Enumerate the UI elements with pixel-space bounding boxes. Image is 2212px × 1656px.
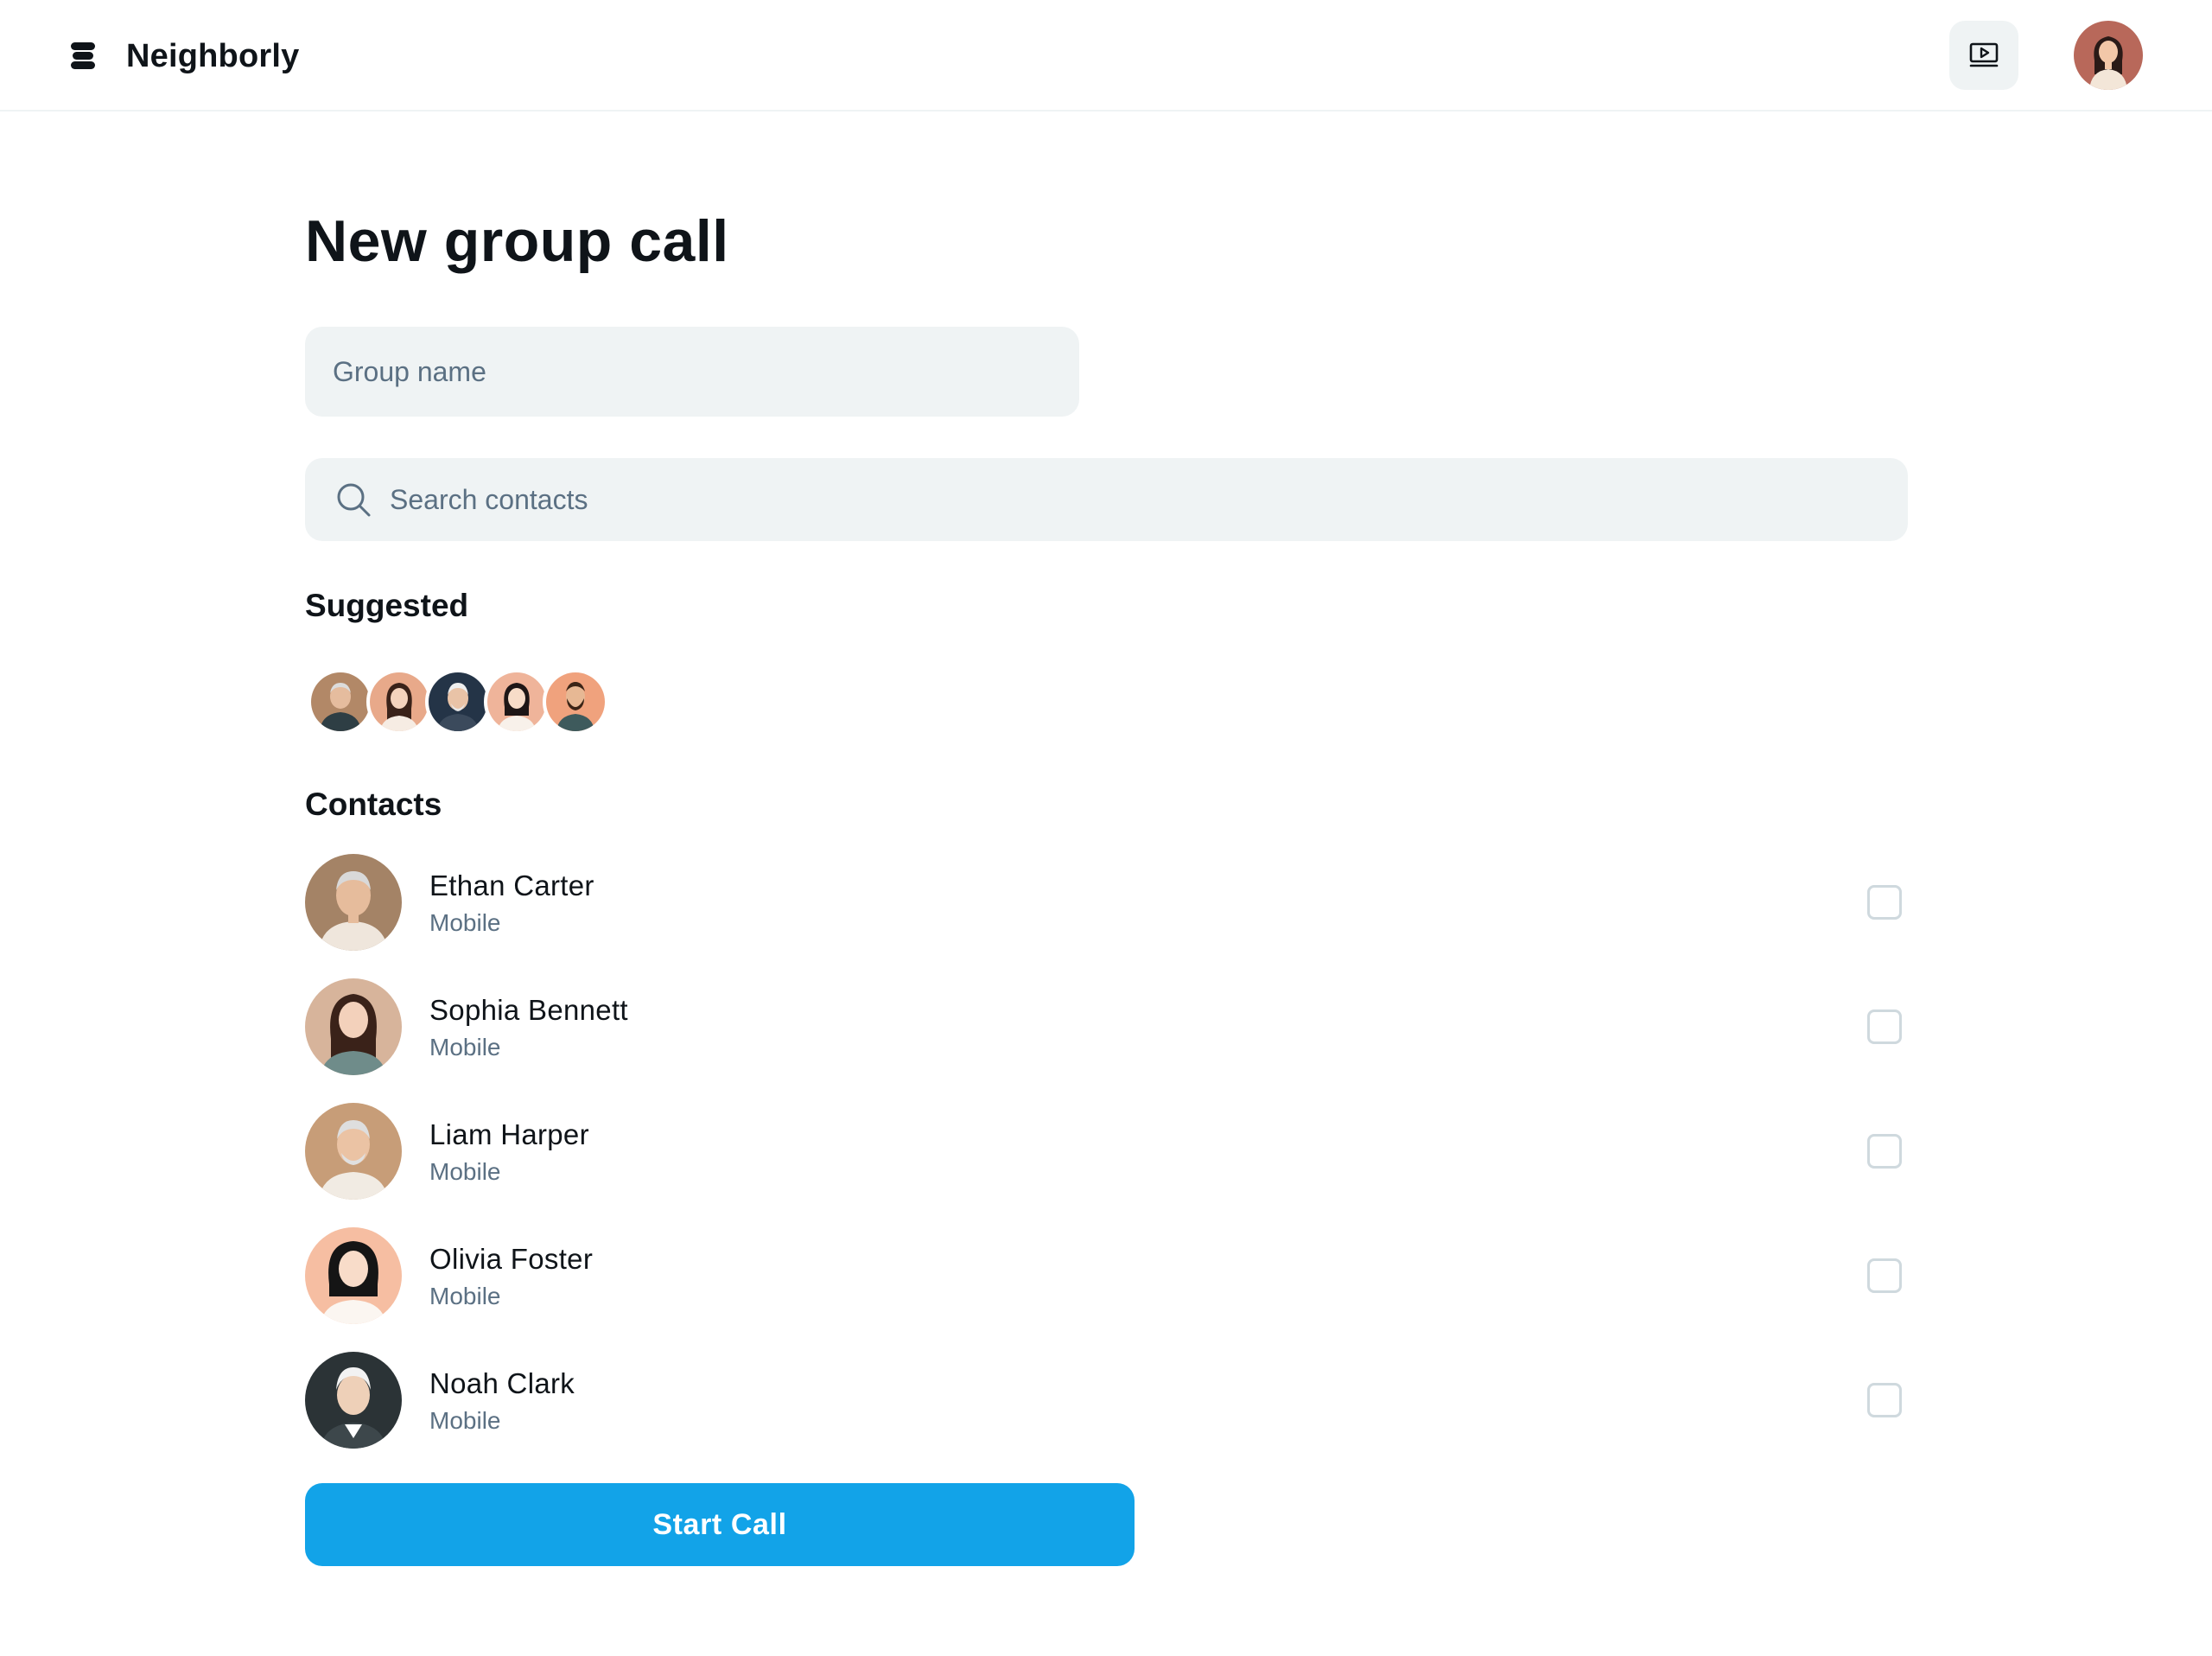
user-avatar[interactable]: [2074, 21, 2143, 90]
brand[interactable]: Neighborly: [69, 35, 299, 78]
page-title: New group call: [305, 208, 729, 274]
contact-type: Mobile: [429, 1034, 501, 1060]
contact-type: Mobile: [429, 1407, 501, 1434]
contact-name: Sophia Bennett: [429, 994, 628, 1026]
contact-row[interactable]: Liam Harper Mobile: [305, 1103, 1908, 1200]
contact-checkbox[interactable]: [1867, 1383, 1902, 1417]
start-call-button[interactable]: Start Call: [305, 1483, 1135, 1566]
contact-avatar: [305, 1227, 402, 1324]
search-bar[interactable]: [305, 458, 1908, 541]
contact-checkbox[interactable]: [1867, 1010, 1902, 1044]
top-bar: Neighborly: [0, 0, 2212, 111]
contact-type: Mobile: [429, 909, 501, 936]
contact-row[interactable]: Ethan Carter Mobile: [305, 854, 1908, 951]
suggested-avatar-older-man-dark-bg[interactable]: [425, 669, 491, 735]
search-icon: [334, 481, 372, 519]
contact-type: Mobile: [429, 1283, 501, 1309]
contact-row[interactable]: Noah Clark Mobile: [305, 1352, 1908, 1449]
suggested-heading: Suggested: [305, 588, 469, 623]
contact-row[interactable]: Sophia Bennett Mobile: [305, 978, 1908, 1075]
search-input[interactable]: [390, 458, 1908, 541]
contact-avatar: [305, 1103, 402, 1200]
contact-avatar: [305, 1352, 402, 1449]
contact-name: Ethan Carter: [429, 869, 594, 901]
contact-name: Noah Clark: [429, 1367, 575, 1399]
contact-checkbox[interactable]: [1867, 1258, 1902, 1293]
contact-checkbox[interactable]: [1867, 885, 1902, 920]
brand-name: Neighborly: [126, 37, 300, 74]
suggested-avatar-older-man[interactable]: [308, 669, 373, 735]
contact-type: Mobile: [429, 1158, 501, 1185]
video-button[interactable]: [1949, 21, 2018, 90]
video-play-icon: [1968, 41, 1999, 69]
suggested-avatar-woman-long-hair[interactable]: [366, 669, 432, 735]
stacked-coins-logo-icon: [69, 41, 97, 71]
suggested-avatars: [308, 669, 608, 735]
contact-name: Olivia Foster: [429, 1243, 594, 1275]
contact-checkbox[interactable]: [1867, 1134, 1902, 1169]
contact-avatar: [305, 978, 402, 1075]
contact-row[interactable]: Olivia Foster Mobile: [305, 1227, 1908, 1324]
group-name-input[interactable]: [305, 327, 1079, 417]
contact-name: Liam Harper: [429, 1118, 589, 1150]
contact-avatar: [305, 854, 402, 951]
contacts-heading: Contacts: [305, 787, 442, 822]
suggested-avatar-woman-dark-hair[interactable]: [484, 669, 550, 735]
suggested-avatar-bearded-man[interactable]: [543, 669, 608, 735]
